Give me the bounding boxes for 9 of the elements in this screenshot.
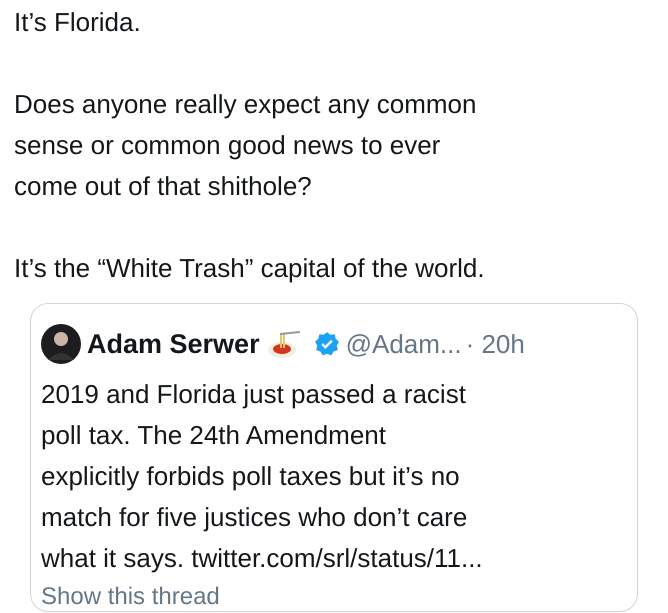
tweet-text: It’s Florida. Does anyone really expect any common sense or common good news to ever come out of that shithole? It’s the “White Trash” capital of the world. (14, 6, 486, 285)
author-handle: @Adam... (346, 328, 462, 360)
quoted-tweet-text: 2019 and Florida just passed a racist poll tax. The 24th Amendment explicitly forbids poll taxes but it’s no match for five justices who don’t care what it says. twitter.com/srl/status/11... (41, 378, 484, 575)
avatar-icon (41, 324, 81, 364)
quoted-tweet-card[interactable] (30, 303, 638, 612)
spaghetti-icon (266, 329, 302, 359)
show-thread-link[interactable]: Show this thread (41, 583, 220, 611)
author-name: Adam Serwer (87, 328, 260, 360)
timestamp: · 20h (466, 328, 525, 360)
